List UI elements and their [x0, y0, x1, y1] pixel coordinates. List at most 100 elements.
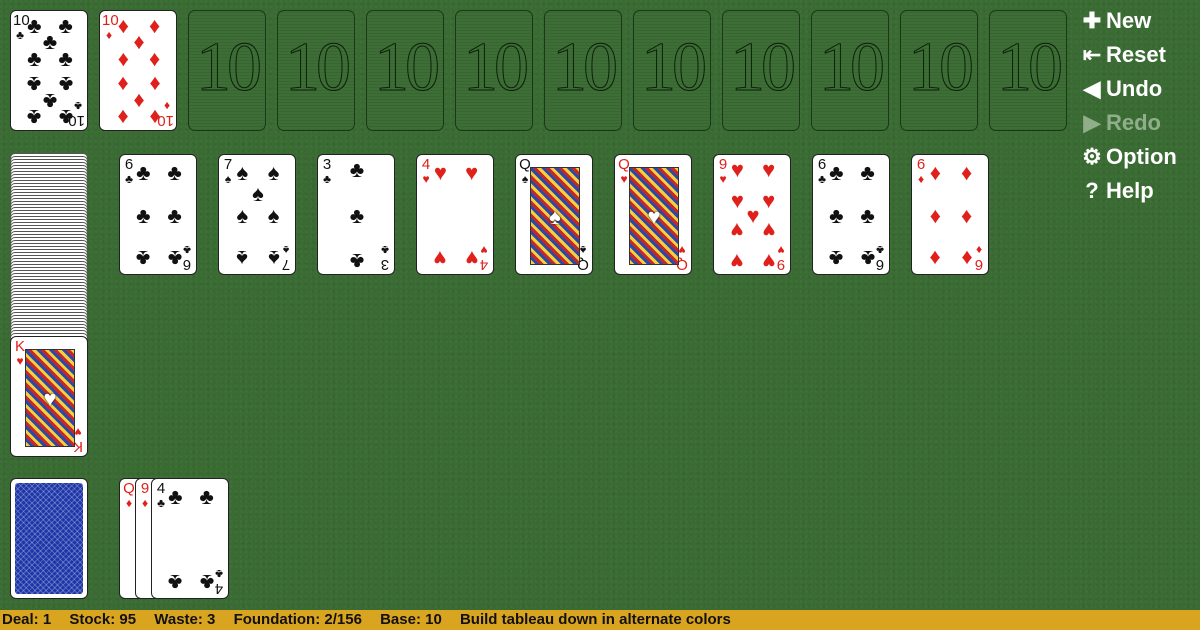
suit-pip-icon: ♦ [960, 202, 973, 228]
court-suit-icon: ♥ [43, 386, 57, 411]
reserve-top-card[interactable]: K ♥ K ♥ ♥ [10, 336, 88, 457]
foundation-slot[interactable]: 10 [811, 10, 889, 131]
suit-pip-icon: ♥ [762, 156, 776, 182]
stock-deck[interactable] [10, 478, 88, 599]
suit-pip-icon: ♥ [730, 218, 744, 244]
tableau-card[interactable]: Q ♥ Q ♥ ♥ [614, 154, 692, 275]
help-icon: ? [1085, 178, 1099, 203]
suit-pip-icon: ♣ [199, 569, 214, 595]
status-deal: Deal: 1 [2, 611, 52, 628]
foundation-base-label: 10 [285, 29, 352, 106]
suit-pip-icon: ♥ [433, 160, 447, 186]
reset-icon: ⇤ [1082, 42, 1102, 67]
suit-pip-icon: ♣ [829, 202, 844, 228]
suit-pip-icon: ♣ [167, 160, 182, 186]
suit-pip-icon: ♣ [168, 484, 183, 510]
tableau-card[interactable]: 4 ♥ 4 ♥ ♥ ♥ ♥ ♥ [416, 154, 494, 275]
suit-pip-icon: ♣ [860, 202, 875, 228]
suit-pip-icon: ♠ [267, 160, 280, 186]
undo-icon: ◀ [1083, 76, 1101, 101]
redo-icon: ▶ [1083, 110, 1101, 135]
foundation-slot[interactable]: 10 [188, 10, 266, 131]
suit-pip-icon: ♦ [929, 160, 941, 186]
tableau-card[interactable]: 6 ♦ 6 ♦ ♦ ♦ ♦ ♦ ♦ ♦ [911, 154, 989, 275]
foundation-slot[interactable]: 10 [900, 10, 978, 131]
undo-button[interactable]: ◀ Undo [1080, 74, 1163, 104]
suit-pip-icon: ♣ [349, 249, 365, 275]
suit-pip-icon: ♥ [465, 245, 479, 271]
suit-pip-icon: ♣ [860, 245, 875, 271]
suit-pip-icon: ♥ [762, 218, 776, 244]
card-corner-bottom: 3 ♣ [380, 243, 390, 273]
foundation-card[interactable]: 10 ♦ 10 ♦ ♦ ♦ ♦ ♦ ♦ ♦ ♦ ♦ ♦ ♦ [99, 10, 177, 131]
foundation-slot[interactable]: 10 [544, 10, 622, 131]
suit-pip-icon: ♣ [829, 245, 844, 271]
tableau-card[interactable]: Q ♠ Q ♠ ♠ [515, 154, 593, 275]
card-back-pattern [15, 483, 83, 594]
suit-pip-icon: ♥ [433, 245, 447, 271]
foundation-card[interactable]: 10 ♣ 10 ♣ ♣ ♣ ♣ ♣ ♣ ♣ ♣ ♣ ♣ ♣ [10, 10, 88, 131]
suit-pip-icon: ♣ [167, 245, 182, 271]
suit-pip-icon: ♣ [136, 245, 151, 271]
status-base: Base: 10 [380, 611, 442, 628]
suit-pip-icon: ♦ [117, 105, 130, 131]
help-button[interactable]: ? Help [1080, 176, 1153, 206]
suit-pip-icon: ♠ [236, 160, 249, 186]
suit-pip-icon: ♠ [236, 202, 249, 228]
suit-pip-icon: ♣ [136, 160, 151, 186]
card-corner-top: 3 ♣ [322, 156, 332, 186]
plus-icon: ✚ [1082, 8, 1102, 33]
foundation-slot[interactable]: 10 [455, 10, 533, 131]
foundation-slot[interactable]: 10 [277, 10, 355, 131]
foundation-base-label: 10 [374, 29, 441, 106]
foundation-slot[interactable]: 10 [722, 10, 800, 131]
suit-pip-icon: ♣ [349, 202, 365, 228]
tableau-card[interactable]: 6 ♣ 6 ♣ ♣ ♣ ♣ ♣ ♣ ♣ [119, 154, 197, 275]
court-figure: ♠ [530, 167, 580, 265]
suit-pip-icon: ♦ [960, 245, 973, 271]
undo-label: Undo [1106, 76, 1163, 101]
waste-card[interactable]: 4 ♣ 4 ♣ ♣ ♣ ♣ ♣ [151, 478, 229, 599]
suit-pip-icon: ♣ [27, 105, 42, 131]
foundation-base-label: 10 [552, 29, 619, 106]
suit-pip-icon: ♣ [167, 202, 182, 228]
tableau-card[interactable]: 6 ♣ 6 ♣ ♣ ♣ ♣ ♣ ♣ ♣ [812, 154, 890, 275]
new-button[interactable]: ✚ New [1080, 6, 1151, 36]
suit-pip-icon: ♠ [252, 180, 264, 206]
suit-pip-icon: ♣ [136, 202, 151, 228]
court-figure: ♥ [629, 167, 679, 265]
status-bar: Deal: 1 Stock: 95 Waste: 3 Foundation: 2… [0, 610, 1200, 630]
foundation-slot[interactable]: 10 [366, 10, 444, 131]
suit-pip-icon: ♠ [267, 202, 280, 228]
option-button[interactable]: ⚙ Option [1080, 142, 1177, 172]
suit-pip-icon: ♦ [148, 46, 161, 72]
redo-button[interactable]: ▶ Redo [1080, 108, 1161, 138]
reset-button[interactable]: ⇤ Reset [1080, 40, 1166, 70]
option-label: Option [1106, 144, 1177, 169]
suit-pip-icon: ♥ [465, 160, 479, 186]
suit-pip-icon: ♣ [58, 46, 73, 72]
status-hint: Build tableau down in alternate colors [459, 611, 731, 628]
suit-pip-icon: ♣ [860, 160, 875, 186]
suit-pip-icon: ♣ [349, 156, 365, 182]
reset-label: Reset [1106, 42, 1166, 67]
status-stock: Stock: 95 [69, 611, 137, 628]
suit-pip-icon: ♠ [236, 245, 249, 271]
redo-label: Redo [1106, 110, 1161, 135]
foundation-slot[interactable]: 10 [633, 10, 711, 131]
suit-pip-icon: ♦ [929, 202, 941, 228]
tableau-card[interactable]: 7 ♠ 7 ♠ ♠ ♠ ♠ ♠ ♠ ♠ ♠ [218, 154, 296, 275]
tableau-card[interactable]: 9 ♥ 9 ♥ ♥ ♥ ♥ ♥ ♥ ♥ ♥ ♥ ♥ [713, 154, 791, 275]
foundation-base-label: 10 [730, 29, 797, 106]
foundation-slot[interactable]: 10 [989, 10, 1067, 131]
suit-pip-icon: ♥ [730, 249, 744, 275]
suit-pip-icon: ♠ [267, 245, 280, 271]
foundation-base-label: 10 [463, 29, 530, 106]
suit-pip-icon: ♣ [58, 105, 73, 131]
foundation-base-label: 10 [819, 29, 886, 106]
suit-pip-icon: ♦ [117, 46, 129, 72]
court-suit-icon: ♠ [549, 204, 561, 229]
suit-pip-icon: ♦ [148, 105, 161, 131]
suit-pip-icon: ♦ [929, 245, 942, 271]
tableau-card[interactable]: 3 ♣ 3 ♣ ♣ ♣ ♣ [317, 154, 395, 275]
